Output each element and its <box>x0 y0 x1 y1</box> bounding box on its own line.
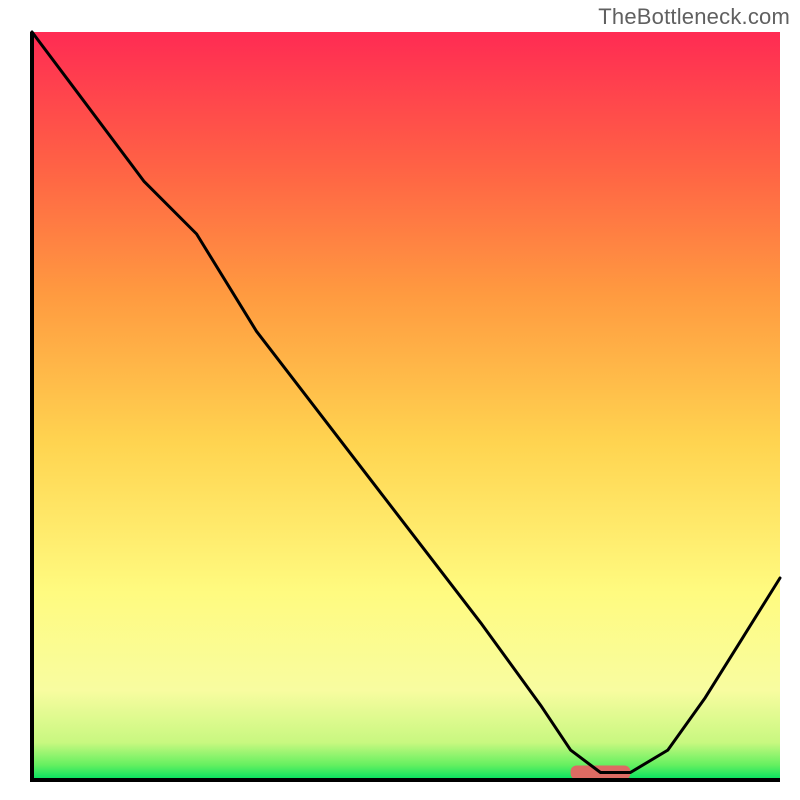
chart-container: TheBottleneck.com <box>0 0 800 800</box>
plot-background <box>32 32 780 780</box>
bottleneck-chart <box>0 0 800 800</box>
